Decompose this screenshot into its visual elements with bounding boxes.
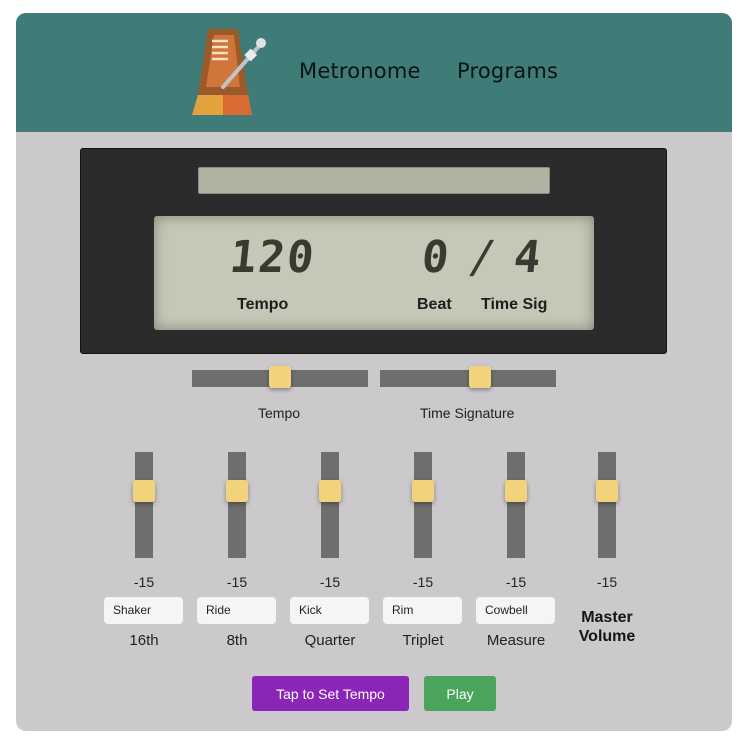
tempo-slider[interactable] [192,366,368,388]
volume-slider-measure[interactable] [505,452,527,558]
volume-slider-handle[interactable] [412,480,434,502]
volume-value: -15 [505,574,527,590]
channel-label-triplet: Triplet [402,632,444,649]
sound-select-measure[interactable]: Cowbell [476,597,555,624]
time-signature-slider-label: Time Signature [420,405,515,421]
channel-label-16th: 16th [129,632,159,649]
volume-value: -15 [319,574,341,590]
volume-value: -15 [133,574,155,590]
master-label-line2: Volume [578,628,636,645]
sound-select-16th[interactable]: Shaker [104,597,183,624]
master-volume-slider[interactable] [596,452,618,558]
volume-value: -15 [412,574,434,590]
time-signature-slider-handle[interactable] [469,366,491,388]
tempo-readout: 120 [227,232,319,283]
beat-readout: 0 [419,232,454,283]
tempo-slider-handle[interactable] [269,366,291,388]
volume-slider-triplet[interactable] [412,452,434,558]
lcd-screen: 120 0 / 4 Tempo Beat Time Sig [154,216,594,330]
display-panel: 120 0 / 4 Tempo Beat Time Sig [80,148,667,354]
volume-slider-handle[interactable] [505,480,527,502]
volume-slider-handle[interactable] [319,480,341,502]
volume-slider-quarter[interactable] [319,452,341,558]
metronome-app: Metronome Programs 120 0 / 4 Tempo Beat … [16,13,732,731]
volume-value: -15 [226,574,248,590]
master-volume-label: Master Volume [567,608,647,646]
volume-slider-handle[interactable] [226,480,248,502]
volume-slider-handle[interactable] [133,480,155,502]
beat-progress-bar [198,167,550,194]
tap-tempo-button[interactable]: Tap to Set Tempo [252,676,409,711]
play-button[interactable]: Play [424,676,496,711]
time-signature-slider[interactable] [380,366,556,388]
master-volume-value: -15 [596,574,618,590]
time-sig-label: Time Sig [481,296,548,313]
sound-select-8th[interactable]: Ride [197,597,276,624]
sound-select-triplet[interactable]: Rim [383,597,462,624]
readout-separator: / [466,232,501,283]
nav-programs[interactable]: Programs [457,59,558,83]
master-label-line1: Master [581,609,633,626]
sound-select-quarter[interactable]: Kick [290,597,369,624]
channel-label-measure: Measure [486,632,546,649]
channel-label-8th: 8th [226,632,248,649]
nav-metronome[interactable]: Metronome [299,59,421,83]
tempo-label: Tempo [237,296,289,313]
beat-label: Beat [417,296,452,313]
volume-slider-handle[interactable] [596,480,618,502]
metronome-icon [192,29,266,115]
time-signature-readout: 4 [511,232,546,283]
channel-label-quarter: Quarter [304,632,356,649]
volume-slider-16th[interactable] [133,452,155,558]
header: Metronome Programs [16,13,732,132]
volume-slider-8th[interactable] [226,452,248,558]
tempo-slider-label: Tempo [258,405,301,421]
